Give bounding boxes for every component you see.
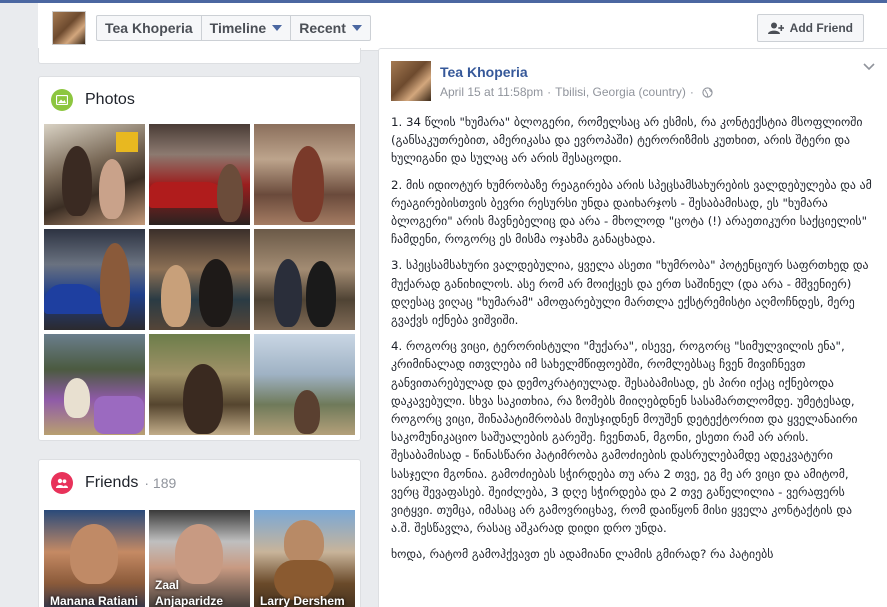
meta-separator: · bbox=[547, 85, 552, 99]
photo-thumbnail[interactable] bbox=[254, 334, 355, 435]
friends-card: Friends · 189 Manana Ratiani Zaal Anjapa… bbox=[38, 459, 361, 607]
post-paragraph: ხოდა, რატომ გამოჰქვავთ ეს ადამიანი ლამის… bbox=[391, 547, 774, 562]
post-body: 1. 34 წლის "ხუმარა" ბლოგერი, რომელსაც არ… bbox=[391, 113, 874, 572]
photo-thumbnail[interactable] bbox=[149, 124, 250, 225]
friend-tile[interactable]: Larry Dershem bbox=[254, 510, 355, 607]
post-card: Tea Khoperia April 15 at 11:58pm · Tbili… bbox=[378, 48, 887, 607]
add-friend-button[interactable]: Add Friend bbox=[756, 14, 864, 42]
photo-thumbnail[interactable] bbox=[254, 229, 355, 330]
caret-down-icon bbox=[351, 25, 362, 31]
friend-name: Zaal Anjaparidze bbox=[155, 578, 224, 607]
friends-title: Friends bbox=[85, 474, 139, 491]
add-friend-icon bbox=[767, 22, 784, 34]
add-friend-label: Add Friend bbox=[789, 21, 853, 35]
meta-separator: · bbox=[689, 85, 694, 99]
photo-thumbnail[interactable] bbox=[44, 334, 145, 435]
friend-name: Larry Dershem bbox=[260, 594, 345, 607]
post-author-avatar[interactable] bbox=[391, 61, 431, 101]
friends-icon bbox=[51, 472, 73, 494]
photos-header[interactable]: Photos bbox=[51, 89, 135, 111]
friends-header[interactable]: Friends · 189 bbox=[51, 472, 176, 494]
photo-thumbnail[interactable] bbox=[149, 229, 250, 330]
post-author-link[interactable]: Tea Khoperia bbox=[440, 64, 528, 80]
timeline-dropdown[interactable]: Timeline bbox=[202, 16, 292, 40]
post-paragraph: 3. სპეცსამსახური ვალდებულია, ყველა ასეთი… bbox=[391, 258, 869, 328]
profile-name-link[interactable]: Tea Khoperia bbox=[97, 16, 202, 40]
timeline-breadcrumb: Tea Khoperia Timeline Recent bbox=[96, 15, 371, 41]
profile-avatar[interactable] bbox=[52, 11, 86, 45]
post-location-link[interactable]: Tbilisi, Georgia (country) bbox=[555, 85, 686, 99]
post-paragraph: 2. მის იდიოტურ ხუმრობაზე რეაგირება არის … bbox=[391, 177, 872, 247]
photos-card: Photos bbox=[38, 76, 361, 441]
friend-name: Manana Ratiani bbox=[50, 594, 139, 607]
photo-thumbnail[interactable] bbox=[44, 124, 145, 225]
post-paragraph: 4. როგორც ვიცი, ტერორისტული "მუქარა", ის… bbox=[391, 339, 858, 536]
timeline-dropdown-label: Timeline bbox=[209, 20, 267, 36]
post-paragraph: 1. 34 წლის "ხუმარა" ბლოგერი, რომელსაც არ… bbox=[391, 115, 863, 166]
post-date-link[interactable]: April 15 at 11:58pm bbox=[440, 85, 543, 99]
timeline-header: Tea Khoperia Timeline Recent Add Friend bbox=[38, 3, 887, 51]
recent-dropdown-label: Recent bbox=[299, 20, 346, 36]
recent-dropdown[interactable]: Recent bbox=[291, 16, 370, 40]
caret-down-icon bbox=[272, 25, 283, 31]
photos-icon bbox=[51, 89, 73, 111]
photo-thumbnail[interactable] bbox=[149, 334, 250, 435]
post-options-chevron-icon[interactable] bbox=[863, 63, 875, 71]
post-meta: April 15 at 11:58pm · Tbilisi, Georgia (… bbox=[440, 85, 713, 99]
previous-card-stub bbox=[38, 48, 361, 64]
friend-tile[interactable]: Manana Ratiani bbox=[44, 510, 145, 607]
friend-tile[interactable]: Zaal Anjaparidze bbox=[149, 510, 250, 607]
photo-thumbnail[interactable] bbox=[44, 229, 145, 330]
friends-count: · 189 bbox=[144, 475, 177, 491]
photo-thumbnail[interactable] bbox=[254, 124, 355, 225]
globe-icon[interactable] bbox=[702, 86, 713, 98]
photos-title: Photos bbox=[85, 91, 135, 108]
